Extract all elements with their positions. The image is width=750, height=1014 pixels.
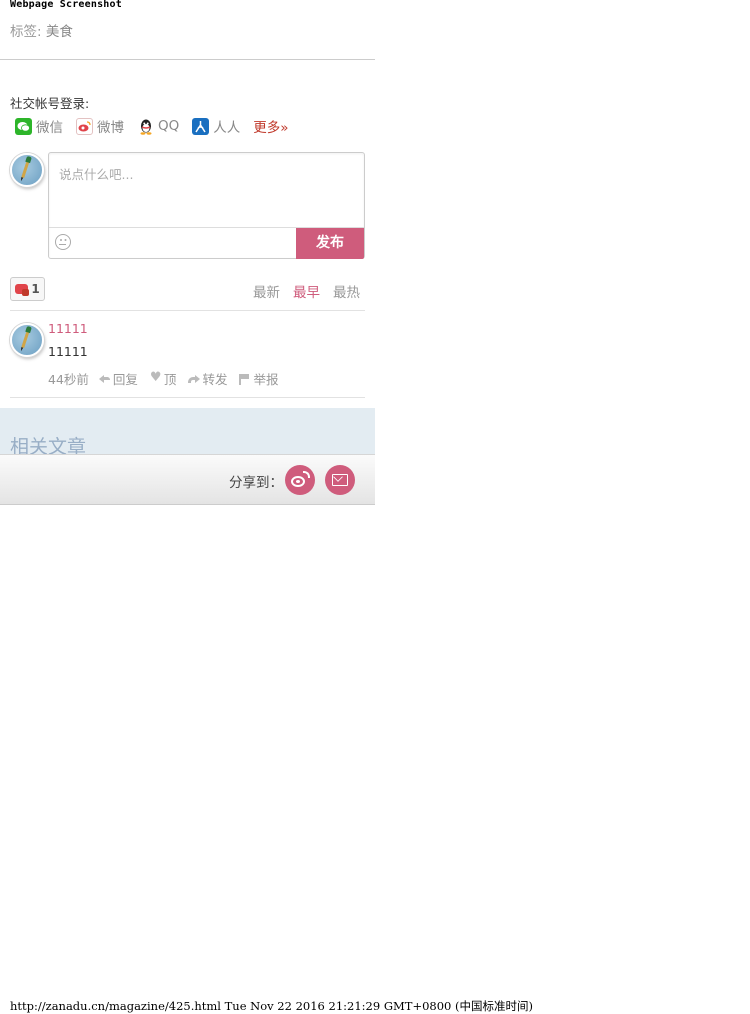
forward-icon <box>188 374 201 384</box>
screenshot-label: Webpage Screenshot <box>10 0 122 10</box>
social-login-qq[interactable]: QQ <box>137 118 179 135</box>
social-login-title: 社交帐号登录: <box>10 96 90 111</box>
social-login-label: QQ <box>158 118 180 134</box>
like-count: 1 <box>31 282 40 296</box>
comment-time: 44秒前 <box>48 372 89 387</box>
divider <box>10 310 365 311</box>
social-login-weibo[interactable]: 微博 <box>76 116 124 136</box>
heart-icon <box>150 370 162 385</box>
social-login-wechat[interactable]: 微信 <box>15 116 63 136</box>
comment-box: 发布 <box>48 152 365 259</box>
renren-icon <box>192 117 210 135</box>
sort-tabs: 最新 最早 最热 <box>240 281 360 301</box>
tab-oldest[interactable]: 最早 <box>293 281 320 301</box>
comment-meta: 44秒前 回复 顶 转发 举报 <box>48 369 290 388</box>
comment-avatar[interactable] <box>10 323 44 357</box>
emoji-icon[interactable] <box>55 234 71 250</box>
divider <box>10 397 365 398</box>
pencil-icon <box>21 329 30 349</box>
report-label: 举报 <box>253 372 279 387</box>
upvote-button[interactable]: 顶 <box>150 369 177 388</box>
pencil-icon <box>21 159 30 179</box>
publish-button[interactable]: 发布 <box>296 228 364 259</box>
comment-author[interactable]: 11111 <box>48 321 88 336</box>
weibo-icon <box>76 117 93 135</box>
reply-icon <box>98 374 111 384</box>
divider <box>0 59 375 60</box>
comment-text: 11111 <box>48 344 88 359</box>
share-bar: 分享到： <box>0 454 375 505</box>
like-icon <box>15 284 30 296</box>
forward-label: 转发 <box>202 372 228 387</box>
tag-link[interactable]: 美食 <box>46 24 73 40</box>
social-login-list: 微信 微博 QQ 人人 更多» <box>15 116 302 136</box>
reply-label: 回复 <box>112 372 138 387</box>
social-login-label: 微信 <box>36 120 63 136</box>
social-login-label: 微博 <box>97 120 124 136</box>
share-label: 分享到： <box>229 475 283 491</box>
mail-share-icon[interactable] <box>325 465 355 495</box>
upvote-label: 顶 <box>163 372 177 387</box>
qq-icon <box>137 118 154 135</box>
flag-icon <box>239 373 251 385</box>
weibo-share-icon[interactable] <box>285 465 315 495</box>
envelope-shape <box>332 474 348 486</box>
tab-newest[interactable]: 最新 <box>253 281 280 301</box>
tag-line: 标签: 美食 <box>10 20 73 40</box>
comment-input[interactable] <box>49 153 364 227</box>
tags-prefix: 标签: <box>10 24 42 40</box>
wechat-icon <box>15 117 32 135</box>
report-button[interactable]: 举报 <box>239 369 278 388</box>
social-login-label: 人人 <box>213 120 241 136</box>
like-count-badge[interactable]: 1 <box>10 277 45 301</box>
social-login-more-link[interactable]: 更多» <box>253 116 288 136</box>
reply-button[interactable]: 回复 <box>98 369 138 388</box>
forward-button[interactable]: 转发 <box>188 369 227 388</box>
current-user-avatar <box>10 153 44 187</box>
comment-toolbar: 发布 <box>49 227 364 259</box>
tab-hottest[interactable]: 最热 <box>333 281 360 301</box>
social-login-renren[interactable]: 人人 <box>192 116 240 136</box>
related-articles-section: 相关文章 <box>0 408 375 458</box>
weibo-arc-shape <box>303 471 310 478</box>
